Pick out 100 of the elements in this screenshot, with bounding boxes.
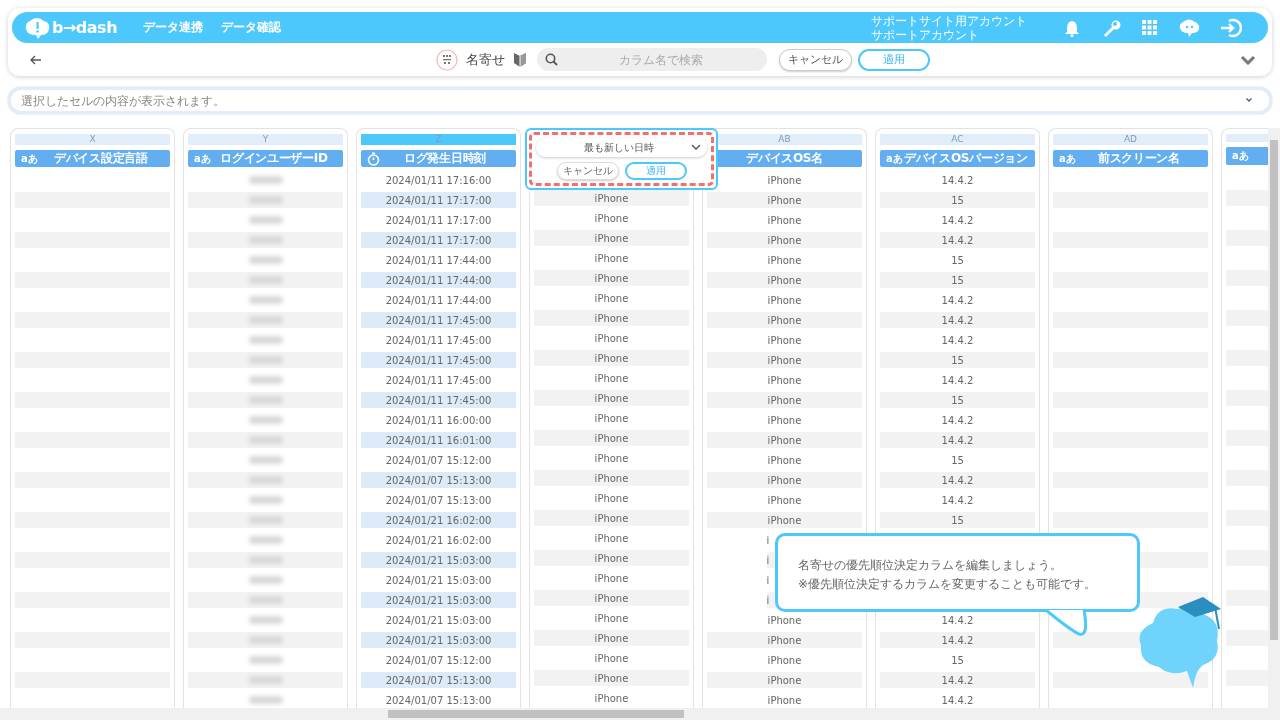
column-header[interactable]: aあデバイスOSバージョン [880, 150, 1035, 167]
table-cell: 2024/01/21 16:02:00 [361, 510, 516, 530]
table-cell: i [766, 534, 770, 546]
table-cell-text: 2024/01/07 15:13:00 [384, 493, 493, 508]
table-cell-text: 2024/01/11 17:17:00 [384, 213, 493, 228]
table-cell: 2024/01/11 17:45:00 [361, 390, 516, 410]
table-cell-text: iPhone [593, 211, 630, 226]
table-cell: iPhone [707, 510, 862, 530]
table-cell-text: 2024/01/07 15:12:00 [384, 453, 493, 468]
table-cell-text: 2024/01/21 16:02:00 [384, 533, 493, 548]
table-cell: 2024/01/11 16:01:00 [361, 430, 516, 450]
column-header[interactable]: aあ デバイス設定言語 [15, 150, 170, 167]
table-cell-text: 14.4.2 [940, 493, 975, 508]
table-cell-text: 2024/01/07 15:12:00 [384, 653, 493, 668]
column-header[interactable]: ログ発生日時刻 [361, 150, 516, 167]
type-label: aあ [886, 151, 903, 166]
table-cell-text: iPhone [766, 253, 803, 268]
table-cell: iPhone [534, 548, 689, 568]
table-cell: 14.4.2 [880, 230, 1035, 250]
table-cell-text: 2024/01/21 15:03:00 [384, 613, 493, 628]
column-header[interactable]: aあ ログインユーザーID [188, 150, 343, 167]
table-cell: 14.4.2 [880, 470, 1035, 490]
table-cell: 14.4.2 [880, 310, 1035, 330]
table-cell-text: iPhone [766, 213, 803, 228]
table-cell-text: iPhone [766, 173, 803, 188]
table-cell: iPhone [534, 508, 689, 528]
column-letter[interactable]: Z [361, 134, 516, 145]
table-cell-text: 2024/01/11 17:44:00 [384, 293, 493, 308]
nav-link[interactable]: データ連携 [143, 19, 204, 36]
table-cell-text: iPhone [766, 293, 803, 308]
table-cell: 14.4.2 [880, 670, 1035, 690]
sort-select[interactable]: 最も新しい日時 [536, 138, 707, 157]
logo-text: b→dash [52, 18, 118, 37]
table-cell: 2024/01/11 17:45:00 [361, 310, 516, 330]
account-name: サポートサイト用アカウント [871, 13, 1027, 28]
table-cell-text: 2024/01/21 15:03:00 [384, 573, 493, 588]
table-cell: iPhone [534, 228, 689, 248]
table-cell: iPhone [707, 630, 862, 650]
table-cell-text: iPhone [593, 451, 630, 466]
table-cell-text: 14.4.2 [940, 613, 975, 628]
table-cell: iPhone [534, 348, 689, 368]
table-cell-text: iPhone [593, 291, 630, 306]
column-header[interactable]: aあ 前スクリーン名 [1053, 150, 1208, 167]
table-cell-text: iPhone [593, 331, 630, 346]
table-cell: iPhone [534, 188, 689, 208]
table-cell-text: 15 [950, 653, 965, 668]
table-cell: iPhone [534, 428, 689, 448]
table-cell: iPhone [707, 310, 862, 330]
search-field[interactable]: カラム名で検索 [537, 48, 767, 71]
type-label: aあ [21, 151, 38, 166]
table-cell-text: iPhone [766, 493, 803, 508]
column-title: デバイス設定言語 [53, 150, 149, 167]
table-cell-text: iPhone [766, 453, 803, 468]
nav-link[interactable]: データ確認 [221, 19, 282, 36]
column-title: デバイスOSバージョン [903, 150, 1029, 167]
table-cell: 2024/01/11 17:44:00 [361, 270, 516, 290]
column-letter[interactable]: AD [1053, 134, 1208, 145]
table-cell: iPhone [707, 430, 862, 450]
table-cell-text: 15 [950, 453, 965, 468]
table-cell-text: iPhone [766, 373, 803, 388]
page-title: 名寄せ [466, 50, 505, 69]
table-cell: iPhone [707, 270, 862, 290]
account-name: サポートアカウント [871, 27, 980, 42]
type-label: aあ [1232, 149, 1249, 164]
column-title: デバイスOS名 [745, 150, 824, 167]
table-cell-text: iPhone [593, 651, 630, 666]
table-cell-text: 14.4.2 [940, 693, 975, 708]
cell-content-field[interactable]: 選択したセルの内容が表示されます。 [8, 87, 1272, 114]
table-cell-text: 2024/01/11 16:00:00 [384, 413, 493, 428]
table-cell: iPhone [534, 628, 689, 648]
column-header[interactable]: aあ [1226, 147, 1268, 165]
column-letter[interactable]: AC [880, 134, 1035, 145]
table-cell: iPhone [534, 468, 689, 488]
column-title: ログ発生日時刻 [403, 150, 487, 167]
table-cell-text: iPhone [593, 371, 630, 386]
table-cell: i [766, 594, 770, 606]
table-cell-text: iPhone [593, 251, 630, 266]
table-cell: iPhone [534, 388, 689, 408]
column-title: 前スクリーン名 [1096, 150, 1181, 167]
column-letter[interactable]: Y [188, 134, 343, 145]
table-cell-text: iPhone [593, 611, 630, 626]
type-label: aあ [194, 151, 211, 166]
apply-button[interactable]: 適用 [858, 48, 930, 71]
table-cell-text: 2024/01/11 17:45:00 [384, 333, 493, 348]
table-cell: iPhone [707, 230, 862, 250]
cancel-button[interactable]: キャンセル [556, 162, 619, 180]
cancel-button[interactable]: キャンセル [779, 48, 852, 71]
column-title: ログインユーザーID [219, 150, 329, 167]
table-cell: 2024/01/21 15:03:00 [361, 590, 516, 610]
table-cell: 2024/01/21 15:03:00 [361, 630, 516, 650]
table-cell-text: 14.4.2 [940, 373, 975, 388]
table-cell: iPhone [707, 350, 862, 370]
table-cell: iPhone [534, 588, 689, 608]
table-cell-text: iPhone [766, 413, 803, 428]
type-label: aあ [1059, 151, 1076, 166]
column-letter[interactable]: X [15, 134, 170, 145]
apply-button[interactable]: 適用 [624, 162, 687, 180]
table-cell-text: iPhone [593, 531, 630, 546]
table-cell: 15 [880, 350, 1035, 370]
table-cell: iPhone [707, 470, 862, 490]
